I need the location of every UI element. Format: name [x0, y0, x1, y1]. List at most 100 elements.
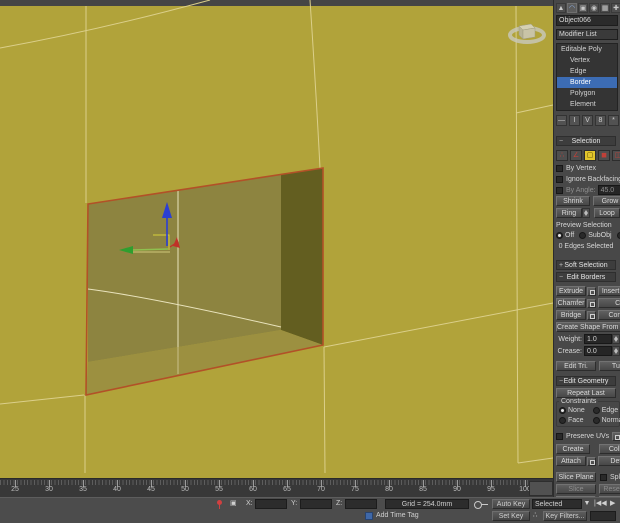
motion-tab-icon[interactable]: ◉ [589, 2, 599, 13]
polygon-subobject-icon[interactable]: ◼ [598, 149, 610, 161]
stack-item-vertex[interactable]: Vertex [557, 55, 617, 66]
z-coord-field[interactable] [345, 499, 377, 509]
dropdown-arrow-icon[interactable]: ▼ [583, 499, 591, 509]
utilities-tab-icon[interactable]: ✚ [611, 2, 620, 13]
crease-field[interactable]: 0.0 [584, 346, 612, 356]
timeline-tick-label: 25 [11, 486, 19, 493]
stack-item-edge[interactable]: Edge [557, 66, 617, 77]
collapse-button[interactable]: Collapse [599, 444, 620, 454]
soft-selection-rollout-header[interactable]: + Soft Selection [556, 260, 616, 270]
edge-subobject-icon[interactable]: ∠ [570, 149, 582, 161]
edit-borders-rollout-header[interactable]: − Edit Borders [556, 272, 616, 282]
auto-key-button[interactable]: Auto Key [492, 499, 530, 509]
weight-spinner[interactable] [612, 334, 620, 344]
preview-multi-radio[interactable]: Multi [616, 231, 620, 239]
constraint-edge-radio[interactable]: Edge [592, 406, 618, 414]
bridge-settings-icon[interactable] [587, 310, 596, 320]
attach-button[interactable]: Attach [556, 456, 586, 466]
object-name-field[interactable]: Object066 [556, 15, 618, 26]
cap-button[interactable]: Cap [598, 298, 620, 308]
current-frame-field[interactable] [590, 511, 616, 521]
play-icon[interactable]: ▶ [610, 499, 615, 509]
modify-tab-icon[interactable]: ◠ [567, 2, 577, 13]
configure-modifier-sets-icon[interactable]: * [608, 114, 619, 126]
create-shape-button[interactable]: Create Shape From Selection [556, 322, 620, 332]
pin-stack-icon[interactable]: — [556, 114, 567, 126]
create-button[interactable]: Create [556, 444, 590, 454]
perspective-viewport[interactable] [0, 0, 554, 478]
show-end-result-icon[interactable]: I [569, 114, 580, 126]
y-coord-field[interactable] [300, 499, 332, 509]
constraint-face-radio[interactable]: Face [559, 416, 584, 424]
slice-plane-button[interactable]: Slice Plane [556, 472, 596, 482]
stack-item-element[interactable]: Element [557, 99, 617, 110]
hierarchy-tab-icon[interactable]: ▣ [578, 2, 588, 13]
gizmo-y-axis[interactable] [132, 248, 169, 251]
create-tab-icon[interactable]: ▲ [556, 2, 566, 13]
selection-status: 0 Edges Selected [558, 243, 614, 250]
time-slider-track[interactable]: 25 30 35 40 45 50 55 60 65 70 75 80 85 90 95 100 [0, 478, 553, 497]
modifier-list-dropdown[interactable]: Modifier List [556, 29, 618, 40]
detach-button[interactable]: Detach [598, 456, 620, 466]
timeline-tick-label: 75 [351, 486, 359, 493]
weight-label: Weight: [558, 335, 582, 343]
x-coord-field[interactable] [255, 499, 287, 509]
selected-filter-dropdown[interactable]: Selected [532, 499, 582, 509]
make-unique-icon[interactable]: V [582, 114, 593, 126]
chamfer-settings-icon[interactable] [587, 298, 596, 308]
element-subobject-icon[interactable]: ◫ [612, 149, 620, 161]
timeline-minor-ticks [0, 480, 528, 485]
display-tab-icon[interactable]: ▦ [600, 2, 610, 13]
stack-item-editable-poly[interactable]: Editable Poly [557, 44, 617, 55]
edit-geometry-rollout-header[interactable]: − Edit Geometry [556, 376, 616, 386]
paw-filter-icon[interactable]: ∴ [533, 511, 537, 521]
constraint-none-radio[interactable]: None [559, 406, 585, 414]
stack-item-polygon[interactable]: Polygon [557, 88, 617, 99]
extrude-button[interactable]: Extrude [556, 286, 586, 296]
insert-vertex-button[interactable]: Insert Vertex [598, 286, 620, 296]
viewcube-front-face[interactable] [522, 27, 536, 40]
by-angle-checkbox[interactable]: By Angle: 45.0 [556, 185, 620, 195]
selection-lock-icon[interactable] [217, 500, 222, 509]
ignore-backfacing-checkbox[interactable]: Ignore Backfacing [556, 175, 620, 183]
absolute-offset-toggle-icon[interactable]: ▣ [230, 499, 237, 509]
stack-item-border[interactable]: Border [557, 77, 617, 88]
crease-spinner[interactable] [612, 346, 620, 356]
preview-subobj-radio[interactable]: SubObj [579, 231, 612, 239]
ring-button[interactable]: Ring [556, 208, 582, 218]
vertex-subobject-icon[interactable]: ∴ [556, 149, 568, 161]
connect-button[interactable]: Connect [598, 310, 620, 320]
grow-button[interactable]: Grow [593, 196, 620, 206]
go-to-start-icon[interactable]: |◀◀ [594, 499, 607, 509]
extrude-settings-icon[interactable] [587, 286, 596, 296]
split-checkbox[interactable]: Split [600, 473, 620, 481]
shrink-button[interactable]: Shrink [556, 196, 590, 206]
by-angle-field[interactable]: 45.0 [597, 185, 620, 195]
attach-settings-icon[interactable] [587, 456, 596, 466]
bridge-button[interactable]: Bridge [556, 310, 586, 320]
timeline-tick-label: 30 [45, 486, 53, 493]
weight-field[interactable]: 1.0 [584, 334, 612, 344]
constraint-normal-radio[interactable]: Normal [592, 416, 620, 424]
turn-button[interactable]: Turn [599, 361, 620, 371]
ring-spinner[interactable] [582, 208, 590, 218]
modifier-stack: Editable Poly Vertex Edge Border Polygon… [556, 43, 618, 111]
add-time-tag[interactable]: Add Time Tag [365, 511, 419, 521]
command-panel: ▲ ◠ ▣ ◉ ▦ ✚ Object066 Modifier List Edit… [553, 0, 620, 497]
repeat-last-button[interactable]: Repeat Last [556, 388, 616, 398]
preserve-uvs-checkbox[interactable]: Preserve UVs [556, 431, 620, 441]
loop-button[interactable]: Loop [594, 208, 620, 218]
set-key-button[interactable]: Set Key [492, 511, 530, 521]
border-subobject-icon[interactable]: ▢ [584, 149, 596, 161]
chamfer-button[interactable]: Chamfer [556, 298, 586, 308]
edit-tri-button[interactable]: Edit Tri. [556, 361, 596, 371]
key-filters-button[interactable]: Key Filters... [543, 511, 587, 521]
selection-rollout-header[interactable]: − Selection [556, 136, 616, 146]
by-vertex-checkbox[interactable]: By Vertex [556, 164, 620, 172]
z-coord-label: Z: [336, 500, 343, 507]
preview-off-radio[interactable]: Off [556, 231, 574, 239]
reset-plane-button[interactable]: Reset Plane [599, 484, 620, 494]
remove-modifier-icon[interactable]: 8 [595, 114, 606, 126]
slice-button[interactable]: Slice [556, 484, 596, 494]
preserve-uvs-settings-icon[interactable] [612, 431, 620, 441]
